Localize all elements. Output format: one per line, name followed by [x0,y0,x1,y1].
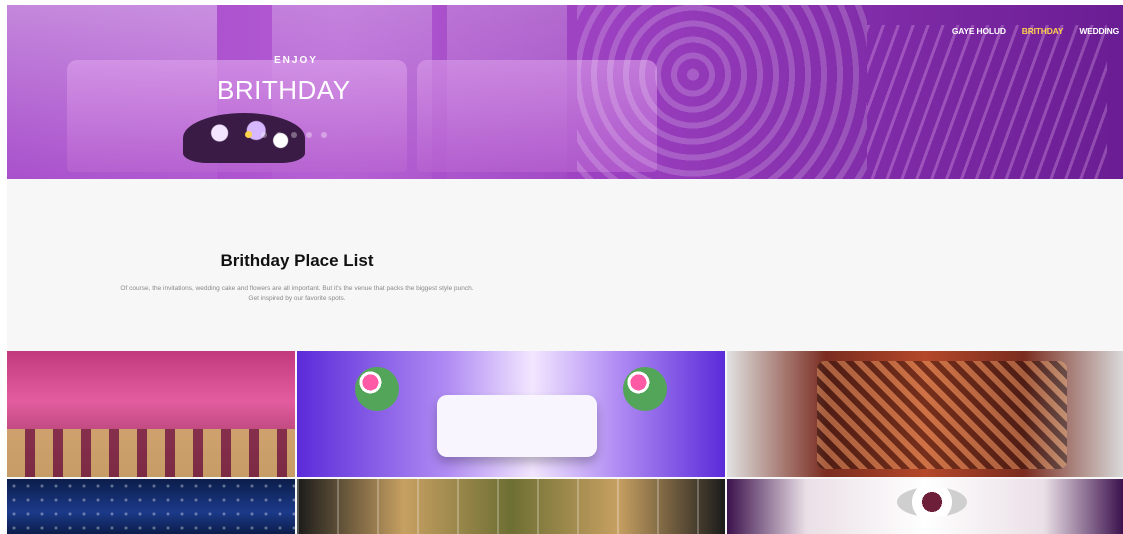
nav-item-gaye-holud[interactable]: GAYE HOLUD [952,26,1006,36]
hero-eyebrow: ENJOY [274,55,318,66]
slider-dot-2[interactable] [261,131,267,138]
gallery-tile-2-floral-right [623,367,667,411]
hero-slider: ENJOY BRITHDAY GAYE HOLUD BRITHDAY WEDDI… [7,5,1123,179]
nav-item-wedding[interactable]: WEDDING [1079,26,1119,36]
gallery-tile-2-image [437,395,597,457]
top-nav: GAYE HOLUD BRITHDAY WEDDING [952,26,1119,36]
gallery-tile-4-image [7,479,295,534]
section-title: Brithday Place List [220,251,374,270]
gallery-tile-3-image [817,361,1067,469]
nav-item-brithday[interactable]: BRITHDAY [1022,26,1064,36]
section-description: Of course, the invitations, wedding cake… [120,285,474,302]
gallery-tile-6-image [897,487,967,517]
gallery-tile-1-image [7,429,295,477]
gallery-tile-1[interactable] [7,351,295,477]
hero-title: BRITHDAY [217,75,351,105]
slider-dot-5[interactable] [306,131,312,138]
gallery-grid [7,351,1123,534]
gallery-tile-5[interactable] [297,479,725,534]
gallery-tile-6[interactable] [727,479,1123,534]
hero-bg-flowers [183,113,305,163]
hero-bg-ornament-right [867,25,1107,179]
gallery-tile-3[interactable] [727,351,1123,477]
gallery-tile-5-image [297,479,725,534]
gallery-tile-4[interactable] [7,479,295,534]
gallery-tile-2[interactable] [297,351,725,477]
gallery-tile-2-floral-left [355,367,399,411]
slider-dot-1[interactable] [245,131,252,138]
hero-bg-ornament [577,5,867,179]
page: ENJOY BRITHDAY GAYE HOLUD BRITHDAY WEDDI… [7,5,1123,534]
slider-dot-4[interactable] [291,131,297,138]
slider-dots [245,131,327,138]
slider-dot-3[interactable] [276,131,282,138]
slider-dot-6[interactable] [321,131,327,138]
